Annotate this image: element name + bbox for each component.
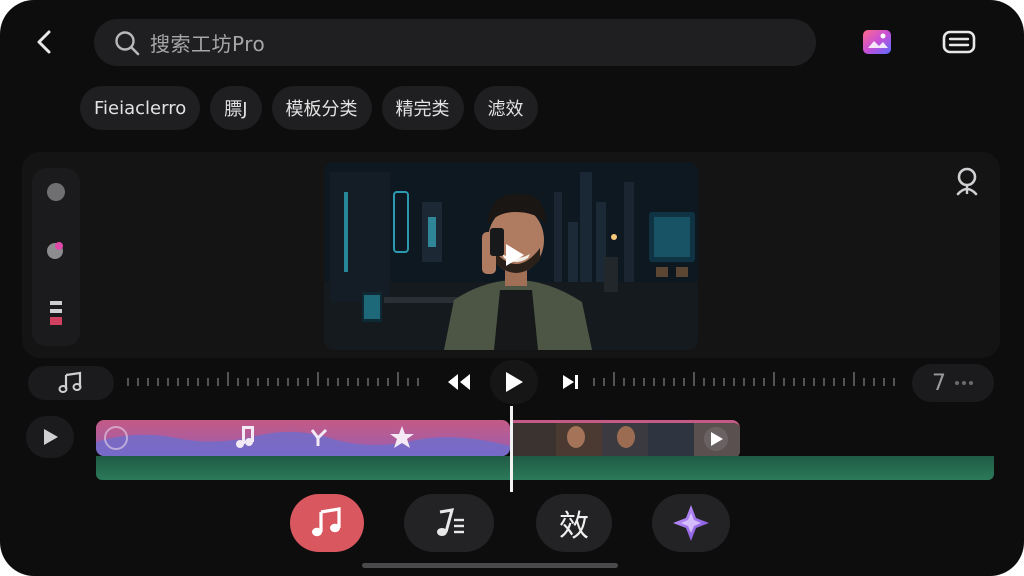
skip-back-icon[interactable]	[446, 372, 472, 392]
side-toolbar	[32, 168, 80, 346]
music-tool-button[interactable]	[290, 494, 364, 552]
chip-item[interactable]: 精完类	[381, 86, 464, 130]
transport-controls	[430, 360, 590, 404]
app-frame: 搜索工坊Pro Fieiaclerro 膘J 模板分类 精完类 滤效 7 效	[0, 0, 1024, 576]
shape-tool-icon[interactable]	[44, 180, 68, 204]
sparkle-button[interactable]	[652, 494, 730, 552]
duration-display[interactable]: 7	[912, 364, 994, 402]
timeline-tracks	[96, 420, 996, 482]
more-icon	[955, 381, 973, 385]
preview-play-button[interactable]	[495, 236, 533, 274]
search-icon	[112, 28, 142, 58]
filter-tool-icon[interactable]	[44, 238, 68, 262]
face-retouch-icon[interactable]	[950, 164, 984, 198]
search-placeholder: 搜索工坊Pro	[150, 32, 266, 56]
effects-button[interactable]: 效	[536, 494, 612, 552]
top-bar: 搜索工坊Pro	[0, 0, 1024, 86]
music-note-icon	[58, 371, 82, 393]
play-button[interactable]	[490, 360, 538, 404]
search-bar[interactable]: 搜索工坊Pro	[94, 19, 816, 66]
music-note-icon	[312, 507, 341, 537]
playhead[interactable]	[510, 406, 513, 492]
chip-item[interactable]: 膘J	[210, 86, 262, 130]
category-chips: Fieiaclerro 膘J 模板分类 精完类 滤效	[80, 86, 538, 130]
chip-item[interactable]: 模板分类	[271, 86, 372, 130]
chip-item[interactable]: Fieiaclerro	[80, 86, 201, 130]
play-icon	[44, 429, 58, 445]
play-icon	[506, 372, 523, 392]
swap-camera-icon[interactable]	[940, 27, 978, 57]
sparkle-icon	[673, 505, 709, 541]
play-icon	[506, 244, 524, 266]
effects-label: 效	[559, 509, 589, 544]
video-thumbnails	[510, 423, 740, 456]
chip-item[interactable]: 滤效	[473, 86, 538, 130]
sound-effect-icon	[437, 508, 464, 536]
add-music-button[interactable]	[28, 366, 114, 400]
audio-waveform	[96, 426, 510, 456]
track-play-button[interactable]	[26, 416, 74, 458]
audio-clip[interactable]	[96, 420, 510, 456]
video-clip[interactable]	[510, 420, 740, 459]
sound-effect-button[interactable]	[404, 494, 494, 552]
back-button[interactable]	[28, 26, 60, 58]
bottom-toolbar: 效	[0, 494, 1024, 554]
duration-value: 7	[932, 370, 946, 396]
app-logo-icon[interactable]	[860, 26, 894, 58]
chevron-left-icon	[37, 30, 51, 54]
text-tool-icon[interactable]	[44, 301, 68, 326]
skip-forward-icon[interactable]	[560, 372, 582, 392]
home-indicator	[362, 563, 618, 568]
green-audio-track[interactable]	[96, 456, 994, 480]
